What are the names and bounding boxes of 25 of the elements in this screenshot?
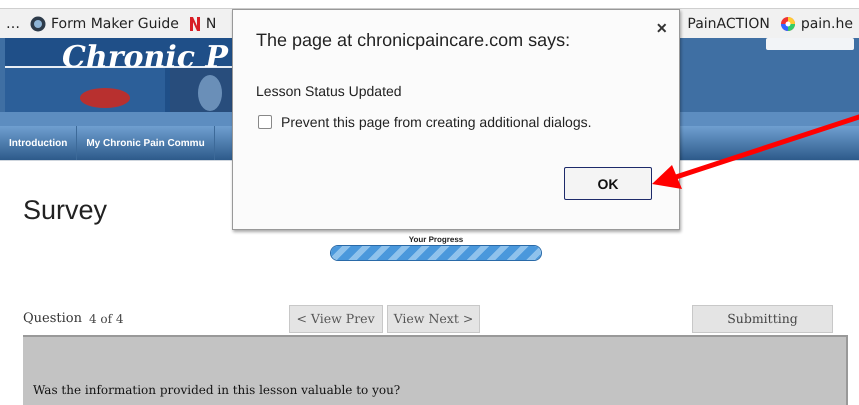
- progress-label: Your Progress: [408, 235, 464, 244]
- globe-icon: [30, 16, 46, 32]
- nav-tab[interactable]: Introduction: [0, 126, 78, 160]
- checkbox-label: Prevent this page from creating additional dialogs.: [281, 114, 592, 130]
- bookmark[interactable]: Form Maker Guide: [51, 16, 179, 32]
- next-button[interactable]: View Next >: [386, 304, 480, 332]
- question-text: Was the information provided in this lesson valuable to you?: [33, 383, 400, 397]
- letter-logo-icon: [188, 16, 201, 32]
- submit-button[interactable]: Submitting: [692, 304, 833, 332]
- bookmark[interactable]: …: [6, 16, 20, 32]
- color-wheel-icon: [780, 16, 796, 32]
- question-count: 4 of 4: [88, 312, 124, 326]
- previous-button[interactable]: < View Prev: [288, 304, 383, 332]
- dialog-title: The page at chronicpaincare.com says:: [256, 30, 570, 51]
- dialog-message: Lesson Status Updated: [256, 83, 402, 99]
- bookmark[interactable]: PainACTION: [687, 16, 770, 32]
- nav-tab[interactable]: My Chronic Pain Commu: [77, 126, 215, 160]
- page-title: Survey: [23, 195, 108, 227]
- site-logo: Chronic P: [62, 40, 228, 75]
- ok-button[interactable]: OK: [564, 167, 652, 200]
- bookmark[interactable]: pain.he: [800, 16, 853, 32]
- question-label: Question: [23, 311, 82, 326]
- close-button[interactable]: ×: [654, 18, 669, 39]
- checkbox[interactable]: [258, 115, 272, 129]
- bookmark[interactable]: N: [206, 16, 216, 32]
